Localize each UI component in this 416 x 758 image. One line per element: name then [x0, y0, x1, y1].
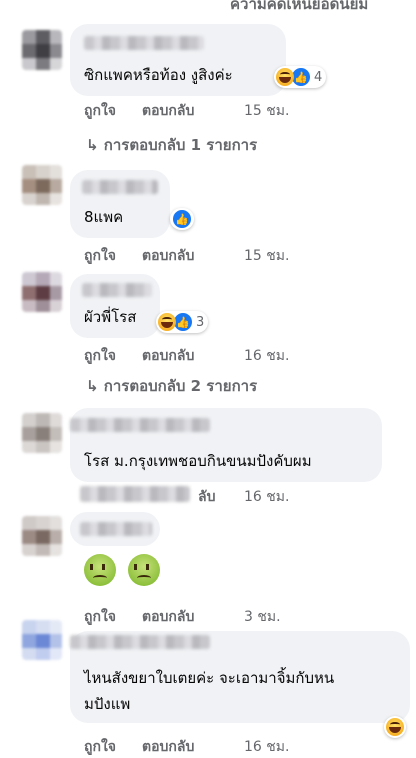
reaction-badge[interactable]: 👍 4: [274, 66, 327, 88]
avatar[interactable]: [22, 516, 62, 556]
comment-bubble: ผัวพี่โรส: [70, 274, 160, 338]
blurred-author-name[interactable]: [70, 635, 210, 649]
comment-text: ซิกแพคหรือท้อง งูสิงค่ะ: [84, 66, 233, 84]
comment-bubble: [70, 512, 160, 546]
comment-bubble: 8แพค: [70, 170, 170, 238]
like-button[interactable]: ถูกใจ: [84, 245, 116, 267]
blurred-author-name[interactable]: [80, 522, 152, 536]
view-replies-link[interactable]: ↳ การตอบกลับ 2 รายการ: [86, 374, 257, 398]
reply-button[interactable]: ตอบกลับ: [142, 345, 194, 367]
haha-reaction-icon: [276, 68, 294, 86]
comment-text: โรส ม.กรุงเทพชอบกินขนมปังคับผม: [84, 452, 312, 470]
avatar[interactable]: [22, 272, 62, 312]
avatar[interactable]: [22, 620, 62, 660]
reply-button[interactable]: ลับ: [198, 486, 215, 508]
blurred-overlay: [80, 486, 190, 502]
timestamp[interactable]: 3 ชม.: [244, 606, 281, 628]
nauseated-face-emoji: [128, 554, 160, 586]
top-comments-header: ความคิดเห็นยอดนิยม: [230, 0, 369, 10]
comment-text-line-2: มปังแพ: [84, 695, 131, 713]
comment-bubble: ไหนสังขยาใบเตยค่ะ จะเอามาจิ้มกับหน มปังแ…: [70, 631, 410, 723]
reaction-badge[interactable]: 👍: [170, 208, 194, 230]
comment-text: ผัวพี่โรส: [84, 308, 137, 326]
haha-reaction-icon: [158, 313, 176, 331]
avatar[interactable]: [22, 413, 62, 453]
blurred-author-name[interactable]: [84, 36, 204, 50]
reply-button[interactable]: ตอบกลับ: [142, 100, 194, 122]
comment-bubble: ซิกแพคหรือท้อง งูสิงค่ะ: [70, 24, 286, 96]
timestamp[interactable]: 16 ชม.: [244, 345, 289, 367]
reaction-badge[interactable]: [384, 716, 406, 738]
haha-reaction-icon: [386, 718, 404, 736]
timestamp[interactable]: 16 ชม.: [244, 486, 289, 508]
like-reaction-icon: 👍: [172, 209, 192, 229]
reaction-badge[interactable]: 👍 3: [156, 311, 209, 333]
avatar[interactable]: [22, 165, 62, 205]
reaction-count: 4: [314, 69, 323, 85]
comment-text: 8แพค: [84, 208, 124, 226]
blurred-author-name[interactable]: [82, 283, 152, 297]
comment-text-line-1: ไหนสังขยาใบเตยค่ะ จะเอามาจิ้มกับหน: [84, 669, 335, 687]
blurred-author-name[interactable]: [70, 418, 210, 432]
reaction-count: 3: [196, 314, 205, 330]
like-reaction-icon: 👍: [173, 312, 193, 332]
like-button[interactable]: ถูกใจ: [84, 100, 116, 122]
like-button[interactable]: ถูกใจ: [84, 606, 116, 628]
view-replies-link[interactable]: ↳ การตอบกลับ 1 รายการ: [86, 133, 257, 157]
timestamp[interactable]: 16 ชม.: [244, 736, 289, 758]
reply-button[interactable]: ตอบกลับ: [142, 245, 194, 267]
reply-button[interactable]: ตอบกลับ: [142, 736, 194, 758]
timestamp[interactable]: 15 ชม.: [244, 100, 289, 122]
like-button[interactable]: ถูกใจ: [84, 736, 116, 758]
nauseated-face-emoji: [84, 554, 116, 586]
avatar[interactable]: [22, 30, 62, 70]
reply-button[interactable]: ตอบกลับ: [142, 606, 194, 628]
timestamp[interactable]: 15 ชม.: [244, 245, 289, 267]
comment-bubble: โรส ม.กรุงเทพชอบกินขนมปังคับผม: [70, 408, 382, 482]
blurred-author-name[interactable]: [82, 180, 158, 194]
like-button[interactable]: ถูกใจ: [84, 345, 116, 367]
like-reaction-icon: 👍: [291, 67, 311, 87]
